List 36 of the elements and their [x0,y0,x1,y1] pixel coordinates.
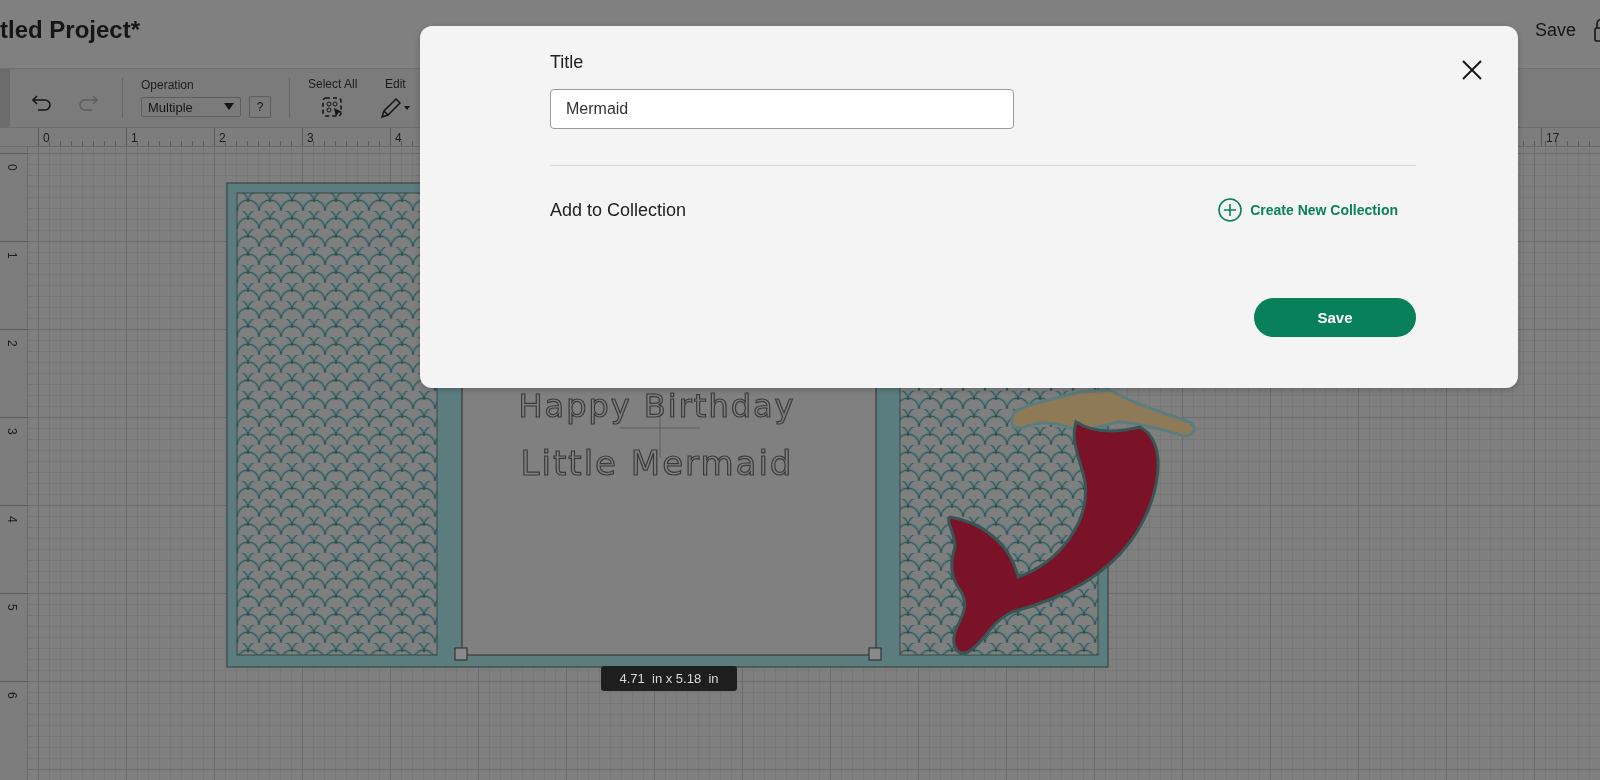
operation-label: Operation [141,78,195,92]
project-title: tled Project* [0,16,141,44]
edit-label: Edit [385,77,406,91]
select-all-icon[interactable] [321,97,344,119]
caret-icon [224,103,234,111]
close-icon[interactable] [1462,60,1482,80]
help-button[interactable]: ? [249,96,271,118]
card-text: Little Mermaid [520,443,794,483]
ruler-number: 0 [43,131,50,145]
title-input[interactable]: Mermaid [550,89,1014,129]
ruler-number: 1 [5,252,19,259]
ruler-number: 4 [395,131,402,145]
ruler-number: 1 [131,131,138,145]
ruler-number: 5 [5,604,19,611]
save-button[interactable]: Save [1254,298,1416,337]
select-all-label: Select All [308,77,358,91]
create-collection-button[interactable]: Create New Collection [1218,198,1398,222]
undo-icon[interactable] [30,92,54,114]
pencil-icon[interactable] [379,97,412,119]
save-button[interactable]: Save [1534,19,1576,41]
ruler-number: 6 [5,692,19,699]
size-tooltip: 4.71 in x 5.18 in [601,666,737,691]
ruler-number: 2 [219,131,226,145]
title-label: Title [550,52,585,73]
ruler-number: 3 [5,428,19,435]
ruler-number: 2 [5,340,19,347]
ruler-number: 0 [5,164,19,171]
ruler-number: 4 [5,516,19,523]
ruler-number: 17 [1546,131,1560,145]
operation-dropdown[interactable]: Multiple [141,97,241,117]
ruler-number: 3 [307,131,314,145]
plus-circle-icon [1218,198,1243,222]
resize-handle[interactable] [454,647,468,661]
resize-handle[interactable] [868,647,882,661]
collection-label: Add to Collection [550,199,687,221]
card-text: Happy Birthday [518,387,796,425]
